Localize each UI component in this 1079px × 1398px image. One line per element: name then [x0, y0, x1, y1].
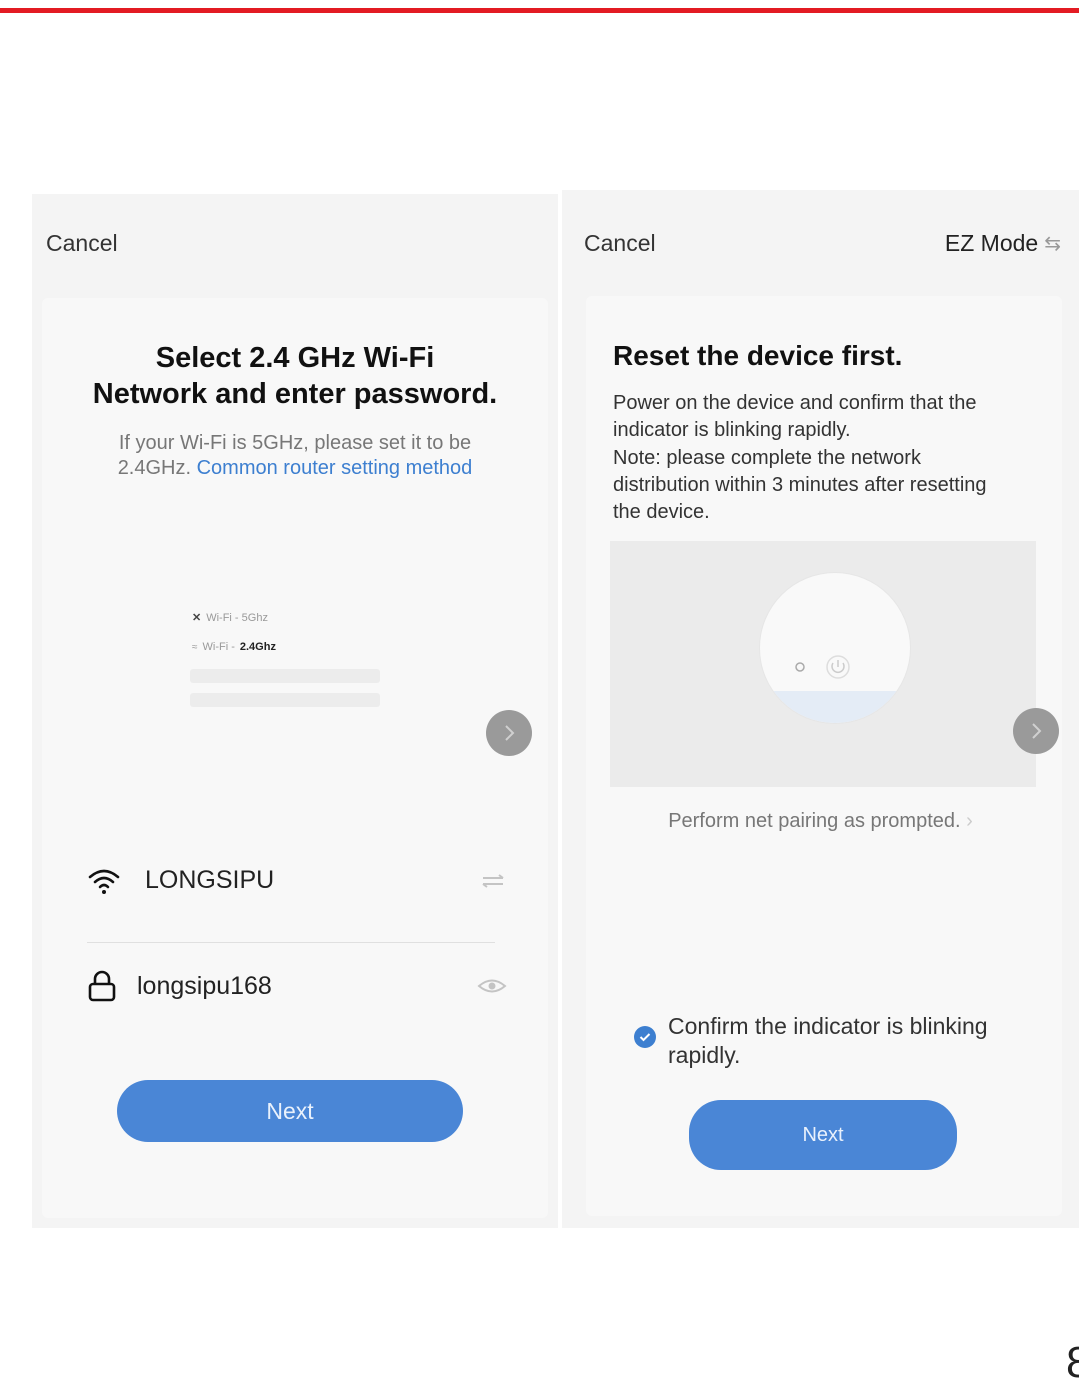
indicator-and-power-icon	[795, 655, 850, 679]
page-title: Reset the device first.	[613, 340, 903, 371]
description-line4: distribution within 3 minutes after rese…	[613, 474, 987, 496]
chevron-right-icon	[1032, 723, 1042, 739]
description-line2: indicator is blinking rapidly.	[613, 419, 851, 441]
wifi-name-field[interactable]: LONGSIPU	[87, 866, 507, 895]
net-pairing-prompt-text: Perform net pairing as prompted.	[668, 810, 961, 832]
next-button[interactable]: Next	[117, 1080, 463, 1142]
mock-24ghz-prefix: Wi-Fi -	[202, 641, 235, 653]
mock-5ghz-label: Wi-Fi - 5Ghz	[206, 611, 268, 624]
cancel-button[interactable]: Cancel	[46, 230, 118, 257]
hint-text-line2: 2.4GHz. Common router setting method	[32, 456, 558, 481]
device-image	[760, 573, 910, 723]
password-field[interactable]: longsipu168	[87, 970, 507, 1002]
next-button[interactable]: Next	[689, 1100, 957, 1170]
chevron-right-icon: ›	[966, 810, 973, 832]
router-setting-link[interactable]: Common router setting method	[197, 457, 473, 479]
mock-row-24ghz: ≈ Wi-Fi - 2.4Ghz	[192, 641, 276, 653]
checkmark-icon[interactable]	[634, 1026, 656, 1048]
mock-blur-row	[190, 693, 380, 707]
confirm-label: Confirm the indicator is blinking rapidl…	[668, 1013, 988, 1068]
switch-mode-icon: ⇆	[1044, 233, 1061, 255]
field-divider	[87, 942, 495, 943]
ez-mode-label: EZ Mode	[944, 230, 1039, 256]
wifi-setup-screen: Cancel Select 2.4 GHz Wi-Fi Network and …	[32, 194, 558, 1228]
lock-icon	[88, 970, 116, 1002]
password-value: longsipu168	[137, 971, 272, 1000]
mock-row-5ghz: ✕ Wi-Fi - 5Ghz	[192, 611, 268, 625]
hint-text-line1: If your Wi-Fi is 5GHz, please set it to …	[118, 432, 472, 454]
mock-24ghz-bold: 2.4Ghz	[239, 641, 276, 653]
page-title-line1: Select 2.4 GHz Wi-Fi	[155, 342, 435, 374]
wifi-band-illustration: ✕ Wi-Fi - 5Ghz ≈ Wi-Fi - 2.4Ghz	[182, 599, 392, 719]
description-line5: the device.	[613, 501, 710, 523]
cancel-button[interactable]: Cancel	[584, 230, 656, 257]
device-illustration	[610, 541, 1036, 787]
ez-mode-switch[interactable]: EZ Mode ⇆	[945, 230, 1061, 257]
wifi-icon	[88, 869, 120, 894]
hint-text-prefix: 2.4GHz.	[117, 457, 197, 479]
description-line1: Power on the device and confirm that the	[613, 392, 977, 414]
reset-device-screen: Cancel EZ Mode ⇆ Reset the device first.…	[562, 190, 1079, 1228]
wifi-name-value: LONGSIPU	[145, 866, 275, 894]
top-accent-bar	[0, 8, 1079, 13]
description-line3: Note: please complete the network	[613, 447, 921, 469]
switch-network-icon[interactable]	[481, 873, 507, 888]
next-slide-button[interactable]	[486, 710, 532, 756]
confirm-checkbox[interactable]: Confirm the indicator is blinking rapidl…	[634, 1012, 1008, 1070]
mock-blur-row	[190, 669, 380, 683]
next-slide-button[interactable]	[1013, 708, 1059, 754]
wifi-small-icon: ≈	[192, 641, 198, 653]
page-number: 8	[1066, 1338, 1079, 1387]
x-icon: ✕	[192, 612, 202, 624]
net-pairing-prompt[interactable]: Perform net pairing as prompted. ›	[562, 810, 1079, 833]
device-base	[760, 691, 910, 723]
chevron-right-icon	[505, 725, 515, 741]
eye-icon[interactable]	[477, 977, 507, 995]
page-title-line2: Network and enter password.	[92, 378, 498, 410]
